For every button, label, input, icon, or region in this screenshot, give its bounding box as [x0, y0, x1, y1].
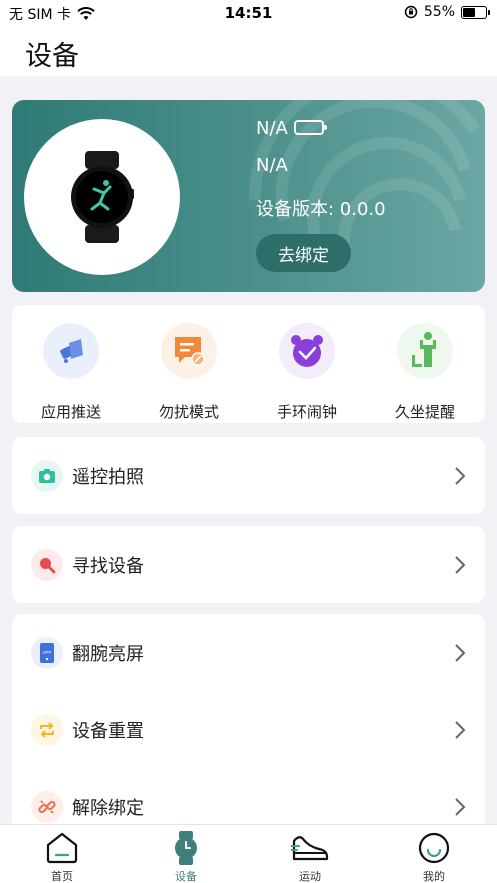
unlink-icon: [31, 790, 63, 823]
watch-icon: [167, 831, 205, 865]
refresh-icon: [31, 713, 63, 746]
watch-avatar: [24, 119, 180, 275]
battery-level: [463, 7, 475, 17]
quick-item-sedentary-reminder[interactable]: 久坐提醒: [366, 305, 484, 423]
chevron-right-icon: [455, 797, 466, 816]
find-device-label: 寻找设备: [72, 555, 144, 577]
quick-label: 勿扰模式: [158, 403, 219, 421]
app-push-icon: [43, 323, 99, 379]
device-status: N/A: [256, 155, 288, 176]
nav-device[interactable]: 设备: [124, 825, 248, 883]
do-not-disturb-icon: [161, 323, 217, 379]
orientation-lock-icon: [404, 5, 418, 19]
reset-device-label: 设备重置: [72, 720, 144, 742]
nav-profile[interactable]: 我的: [372, 825, 496, 883]
camera-icon: [31, 459, 63, 492]
device-settings-card: APP 翻腕亮屏 设备重置 解除绑定: [12, 614, 485, 834]
chevron-right-icon: [455, 466, 466, 485]
smartwatch-icon: [71, 151, 134, 243]
bind-button[interactable]: 去绑定: [256, 234, 351, 272]
device-version: 设备版本: 0.0.0: [256, 199, 386, 220]
quick-label: 应用推送: [40, 403, 101, 421]
nav-home[interactable]: 首页: [0, 825, 124, 883]
nav-label: 设备: [175, 870, 197, 883]
find-device-card: 寻找设备: [12, 526, 485, 603]
device-battery-icon: [294, 120, 327, 135]
chevron-right-icon: [455, 643, 466, 662]
quick-item-do-not-disturb[interactable]: 勿扰模式: [130, 305, 248, 423]
unbind-device-label: 解除绑定: [72, 797, 144, 819]
device-card: N/A N/A 设备版本: 0.0.0 去绑定: [12, 100, 485, 292]
quick-label: 久坐提醒: [394, 403, 455, 421]
chevron-right-icon: [455, 555, 466, 574]
battery-icon: [461, 5, 490, 19]
status-bar: 无 SIM 卡 14:51 55%: [0, 0, 497, 26]
quick-label: 手环闹钟: [276, 403, 337, 421]
find-device-row[interactable]: 寻找设备: [12, 526, 485, 603]
sedentary-reminder-icon: [397, 323, 453, 379]
quick-functions-panel: 应用推送 勿扰模式 手环闹钟 久坐提醒: [12, 305, 485, 423]
profile-icon: [415, 831, 453, 865]
alarm-clock-icon: [279, 323, 335, 379]
phone-app-icon: APP: [31, 636, 63, 669]
remote-camera-label: 遥控拍照: [72, 466, 144, 488]
search-icon: [31, 548, 63, 581]
nav-label: 我的: [423, 870, 445, 883]
quick-item-app-push[interactable]: 应用推送: [12, 305, 130, 423]
bottom-nav: 首页 设备 运动 我的: [0, 824, 497, 883]
svg-text:APP: APP: [42, 650, 51, 655]
quick-item-alarm-clock[interactable]: 手环闹钟: [248, 305, 366, 423]
sneaker-icon: [291, 831, 329, 865]
reset-device-row[interactable]: 设备重置: [12, 691, 485, 768]
home-icon: [43, 831, 81, 865]
chevron-right-icon: [455, 720, 466, 739]
wrist-wake-label: 翻腕亮屏: [72, 643, 144, 665]
remote-camera-card: 遥控拍照: [12, 437, 485, 514]
page-header: 设备: [0, 26, 497, 76]
remote-camera-row[interactable]: 遥控拍照: [12, 437, 485, 514]
nav-label: 首页: [51, 870, 73, 883]
nav-label: 运动: [299, 870, 321, 883]
battery-percent: 55%: [423, 4, 455, 20]
nav-sport[interactable]: 运动: [248, 825, 372, 883]
page-title: 设备: [25, 41, 79, 72]
device-name: N/A: [256, 118, 288, 139]
wrist-wake-row[interactable]: APP 翻腕亮屏: [12, 614, 485, 691]
